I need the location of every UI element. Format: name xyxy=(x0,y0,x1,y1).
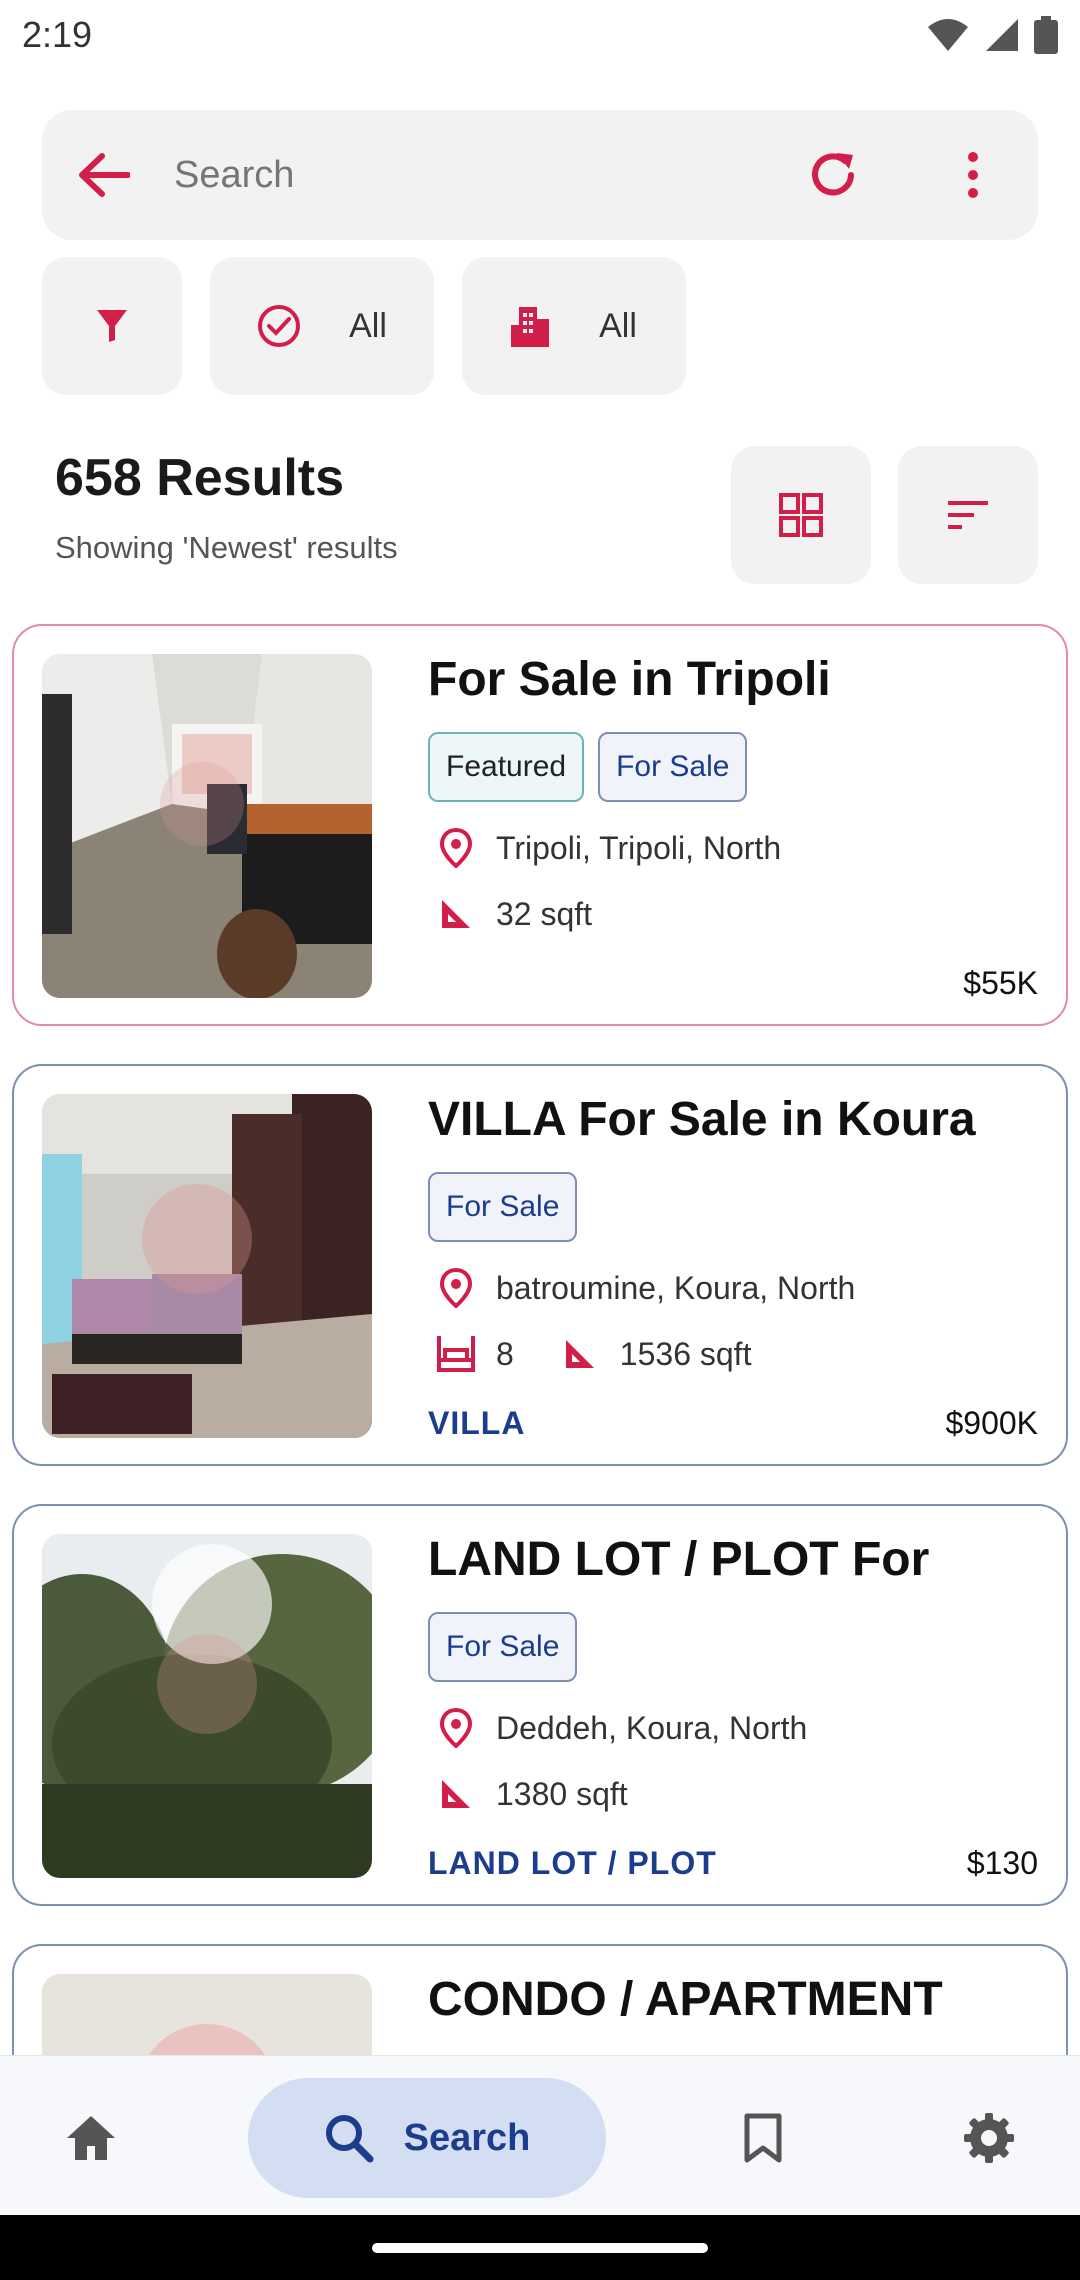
nav-saved[interactable] xyxy=(718,2078,808,2198)
results-count: 658 Results xyxy=(55,449,345,507)
listing-photo-office xyxy=(42,654,372,998)
results-sort-description: Showing 'Newest' results xyxy=(55,530,398,565)
listing-price: $55K xyxy=(963,965,1038,1001)
location-pin-icon xyxy=(440,828,472,868)
type-filter-chip[interactable]: All xyxy=(462,257,686,395)
listing-location: batroumine, Koura, North xyxy=(434,1266,855,1310)
filter-button[interactable] xyxy=(42,257,182,395)
listing-tags: Featured For Sale xyxy=(428,732,748,802)
search-input[interactable]: Search xyxy=(174,154,728,197)
status-filter-label: All xyxy=(349,306,387,345)
location-text: batroumine, Koura, North xyxy=(496,1269,856,1306)
funnel-icon xyxy=(97,310,127,342)
listing-tags: For Sale xyxy=(428,1612,578,1682)
bedrooms-text: 8 xyxy=(496,1335,514,1372)
wifi-icon xyxy=(928,19,968,51)
listing-area: 1380 sqft xyxy=(434,1772,628,1816)
status-icons xyxy=(926,16,1058,54)
sort-icon xyxy=(948,501,988,529)
status-time: 2:19 xyxy=(22,14,93,55)
area-text: 1536 sqft xyxy=(619,1335,752,1372)
back-button[interactable] xyxy=(72,143,136,207)
location-pin-icon xyxy=(440,1708,472,1748)
area-text: 1380 sqft xyxy=(496,1775,628,1812)
listing-title: VILLA For Sale in Koura xyxy=(428,1093,976,1146)
location-text: Deddeh, Koura, North xyxy=(496,1709,808,1746)
status-bar: 2:19 xyxy=(0,0,1080,70)
refresh-button[interactable] xyxy=(798,140,868,210)
for-sale-tag: For Sale xyxy=(428,1612,578,1682)
listing-tags: For Sale xyxy=(428,1172,578,1242)
property-type: LAND LOT / PLOT xyxy=(428,1845,717,1881)
system-gesture-bar xyxy=(0,2215,1080,2280)
bottom-navigation: Search xyxy=(0,2055,1080,2215)
filter-row: All All xyxy=(42,257,686,395)
check-circle-icon xyxy=(258,305,301,347)
listing-photo-bedroom xyxy=(42,1094,372,1438)
more-options-button[interactable] xyxy=(938,140,1008,210)
status-filter-chip[interactable]: All xyxy=(210,257,434,395)
grid-view-icon xyxy=(779,493,823,537)
search-icon xyxy=(325,2115,374,2163)
results-header: 658 Results Showing 'Newest' results xyxy=(55,448,398,566)
area-text: 32 sqft xyxy=(496,895,593,932)
nav-search-label: Search xyxy=(403,2116,531,2159)
bed-icon xyxy=(437,1336,475,1372)
listing-card[interactable]: For Sale in Tripoli Featured For Sale Tr… xyxy=(12,624,1068,1026)
nav-settings[interactable] xyxy=(944,2078,1034,2198)
listing-photo-land xyxy=(42,1534,372,1878)
grid-view-button[interactable] xyxy=(731,446,871,584)
location-pin-icon xyxy=(440,1268,472,1308)
listing-price: $900K xyxy=(945,1405,1038,1441)
listing-location: Tripoli, Tripoli, North xyxy=(434,826,781,870)
type-filter-label: All xyxy=(599,306,637,345)
home-icon xyxy=(67,2116,115,2160)
building-icon xyxy=(511,307,550,347)
ruler-triangle-icon xyxy=(442,1780,470,1808)
listing-area: 32 sqft xyxy=(434,892,592,936)
arrow-left-icon xyxy=(79,153,130,197)
listing-location: Deddeh, Koura, North xyxy=(434,1706,807,1750)
battery-icon xyxy=(1034,16,1058,54)
for-sale-tag: For Sale xyxy=(598,732,748,802)
bookmark-icon xyxy=(744,2113,782,2163)
property-type: VILLA xyxy=(428,1405,526,1441)
listing-card[interactable]: VILLA For Sale in Koura For Sale batroum… xyxy=(12,1064,1068,1466)
featured-tag: Featured xyxy=(428,732,585,802)
nav-search[interactable]: Search xyxy=(248,2078,606,2198)
listing-specs: 8 1536 sqft xyxy=(434,1332,751,1376)
for-sale-tag: For Sale xyxy=(428,1172,578,1242)
location-text: Tripoli, Tripoli, North xyxy=(496,829,782,866)
gear-icon xyxy=(964,2113,1014,2163)
signal-icon xyxy=(986,19,1018,51)
sort-button[interactable] xyxy=(898,446,1038,584)
search-bar[interactable]: Search xyxy=(42,110,1038,240)
listing-title: LAND LOT / PLOT For xyxy=(428,1533,930,1586)
listing-title: For Sale in Tripoli xyxy=(428,653,831,706)
home-gesture-handle[interactable] xyxy=(372,2242,708,2253)
listing-price: $130 xyxy=(966,1845,1038,1881)
ruler-triangle-icon xyxy=(442,900,470,928)
listing-card[interactable]: LAND LOT / PLOT For For Sale Deddeh, Kou… xyxy=(12,1504,1068,1906)
ruler-triangle-icon xyxy=(565,1340,594,1368)
listing-title: CONDO / APARTMENT xyxy=(428,1973,943,2026)
more-vertical-icon xyxy=(968,152,978,198)
refresh-icon xyxy=(812,153,854,196)
nav-home[interactable] xyxy=(46,2078,136,2198)
